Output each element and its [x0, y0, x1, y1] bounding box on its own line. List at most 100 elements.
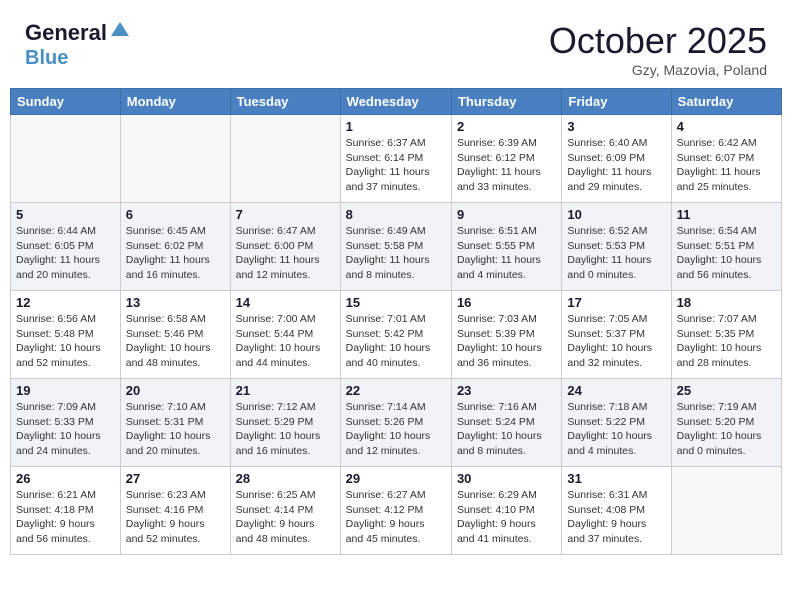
- day-number: 30: [457, 471, 556, 486]
- day-number: 15: [346, 295, 446, 310]
- day-info: Sunrise: 6:54 AM Sunset: 5:51 PM Dayligh…: [677, 224, 776, 283]
- day-number: 14: [236, 295, 335, 310]
- logo-icon: [111, 20, 129, 38]
- weekday-header-saturday: Saturday: [671, 89, 781, 115]
- day-number: 1: [346, 119, 446, 134]
- day-number: 22: [346, 383, 446, 398]
- calendar-cell: 16 Sunrise: 7:03 AM Sunset: 5:39 PM Dayli…: [451, 291, 561, 379]
- calendar-cell: 30 Sunrise: 6:29 AM Sunset: 4:10 PM Dayli…: [451, 467, 561, 555]
- calendar-cell: 18Sunrise: 7:07 AM Sunset: 5:35 PM Dayli…: [671, 291, 781, 379]
- calendar-table: SundayMondayTuesdayWednesdayThursdayFrid…: [10, 88, 782, 555]
- day-number: 6: [126, 207, 225, 222]
- day-info: Sunrise: 6:47 AM Sunset: 6:00 PM Dayligh…: [236, 224, 335, 283]
- calendar-cell: 22 Sunrise: 7:14 AM Sunset: 5:26 PM Dayli…: [340, 379, 451, 467]
- calendar-cell: 1 Sunrise: 6:37 AM Sunset: 6:14 PM Daylig…: [340, 115, 451, 203]
- day-number: 10: [567, 207, 665, 222]
- page-header: General Blue October 2025 Gzy, Mazovia, …: [10, 10, 782, 83]
- logo: General Blue: [25, 20, 129, 69]
- day-number: 20: [126, 383, 225, 398]
- day-info: Sunrise: 6:52 AM Sunset: 5:53 PM Dayligh…: [567, 224, 665, 283]
- calendar-week-row: 26Sunrise: 6:21 AM Sunset: 4:18 PM Dayli…: [11, 467, 782, 555]
- calendar-cell: 7 Sunrise: 6:47 AM Sunset: 6:00 PM Daylig…: [230, 203, 340, 291]
- day-number: 19: [16, 383, 115, 398]
- calendar-cell: 13 Sunrise: 6:58 AM Sunset: 5:46 PM Dayli…: [120, 291, 230, 379]
- calendar-cell: [120, 115, 230, 203]
- calendar-cell: [230, 115, 340, 203]
- day-number: 3: [567, 119, 665, 134]
- weekday-header-thursday: Thursday: [451, 89, 561, 115]
- day-number: 8: [346, 207, 446, 222]
- day-number: 29: [346, 471, 446, 486]
- day-info: Sunrise: 6:23 AM Sunset: 4:16 PM Dayligh…: [126, 488, 225, 547]
- day-number: 5: [16, 207, 115, 222]
- day-number: 27: [126, 471, 225, 486]
- calendar-cell: 28 Sunrise: 6:25 AM Sunset: 4:14 PM Dayli…: [230, 467, 340, 555]
- location-text: Gzy, Mazovia, Poland: [549, 62, 767, 78]
- day-number: 24: [567, 383, 665, 398]
- day-info: Sunrise: 7:05 AM Sunset: 5:37 PM Dayligh…: [567, 312, 665, 371]
- weekday-header-sunday: Sunday: [11, 89, 121, 115]
- day-info: Sunrise: 6:39 AM Sunset: 6:12 PM Dayligh…: [457, 136, 556, 195]
- calendar-cell: 2 Sunrise: 6:39 AM Sunset: 6:12 PM Daylig…: [451, 115, 561, 203]
- calendar-week-row: 1 Sunrise: 6:37 AM Sunset: 6:14 PM Daylig…: [11, 115, 782, 203]
- calendar-cell: 31 Sunrise: 6:31 AM Sunset: 4:08 PM Dayli…: [562, 467, 671, 555]
- day-info: Sunrise: 6:44 AM Sunset: 6:05 PM Dayligh…: [16, 224, 115, 283]
- day-info: Sunrise: 7:01 AM Sunset: 5:42 PM Dayligh…: [346, 312, 446, 371]
- calendar-cell: 12Sunrise: 6:56 AM Sunset: 5:48 PM Dayli…: [11, 291, 121, 379]
- day-info: Sunrise: 6:21 AM Sunset: 4:18 PM Dayligh…: [16, 488, 115, 547]
- day-info: Sunrise: 6:37 AM Sunset: 6:14 PM Dayligh…: [346, 136, 446, 195]
- day-number: 11: [677, 207, 776, 222]
- day-info: Sunrise: 6:49 AM Sunset: 5:58 PM Dayligh…: [346, 224, 446, 283]
- day-number: 16: [457, 295, 556, 310]
- day-info: Sunrise: 7:18 AM Sunset: 5:22 PM Dayligh…: [567, 400, 665, 459]
- weekday-header-row: SundayMondayTuesdayWednesdayThursdayFrid…: [11, 89, 782, 115]
- day-info: Sunrise: 7:07 AM Sunset: 5:35 PM Dayligh…: [677, 312, 776, 371]
- logo-text-general: General: [25, 21, 107, 45]
- month-title: October 2025: [549, 20, 767, 62]
- weekday-header-friday: Friday: [562, 89, 671, 115]
- calendar-cell: 20 Sunrise: 7:10 AM Sunset: 5:31 PM Dayli…: [120, 379, 230, 467]
- day-info: Sunrise: 6:40 AM Sunset: 6:09 PM Dayligh…: [567, 136, 665, 195]
- day-number: 21: [236, 383, 335, 398]
- day-info: Sunrise: 6:31 AM Sunset: 4:08 PM Dayligh…: [567, 488, 665, 547]
- title-section: October 2025 Gzy, Mazovia, Poland: [549, 20, 767, 78]
- calendar-cell: 11 Sunrise: 6:54 AM Sunset: 5:51 PM Dayli…: [671, 203, 781, 291]
- weekday-header-monday: Monday: [120, 89, 230, 115]
- calendar-cell: 29 Sunrise: 6:27 AM Sunset: 4:12 PM Dayli…: [340, 467, 451, 555]
- day-info: Sunrise: 6:51 AM Sunset: 5:55 PM Dayligh…: [457, 224, 556, 283]
- calendar-cell: 14 Sunrise: 7:00 AM Sunset: 5:44 PM Dayli…: [230, 291, 340, 379]
- calendar-cell: 10 Sunrise: 6:52 AM Sunset: 5:53 PM Dayli…: [562, 203, 671, 291]
- day-number: 31: [567, 471, 665, 486]
- day-number: 2: [457, 119, 556, 134]
- day-info: Sunrise: 6:27 AM Sunset: 4:12 PM Dayligh…: [346, 488, 446, 547]
- day-info: Sunrise: 7:14 AM Sunset: 5:26 PM Dayligh…: [346, 400, 446, 459]
- day-info: Sunrise: 6:45 AM Sunset: 6:02 PM Dayligh…: [126, 224, 225, 283]
- calendar-cell: 26Sunrise: 6:21 AM Sunset: 4:18 PM Dayli…: [11, 467, 121, 555]
- day-info: Sunrise: 6:29 AM Sunset: 4:10 PM Dayligh…: [457, 488, 556, 547]
- day-info: Sunrise: 7:19 AM Sunset: 5:20 PM Dayligh…: [677, 400, 776, 459]
- day-info: Sunrise: 7:03 AM Sunset: 5:39 PM Dayligh…: [457, 312, 556, 371]
- day-info: Sunrise: 6:25 AM Sunset: 4:14 PM Dayligh…: [236, 488, 335, 547]
- day-number: 28: [236, 471, 335, 486]
- day-number: 17: [567, 295, 665, 310]
- calendar-cell: 24 Sunrise: 7:18 AM Sunset: 5:22 PM Dayli…: [562, 379, 671, 467]
- day-number: 9: [457, 207, 556, 222]
- weekday-header-wednesday: Wednesday: [340, 89, 451, 115]
- day-number: 12: [16, 295, 115, 310]
- calendar-cell: 15 Sunrise: 7:01 AM Sunset: 5:42 PM Dayli…: [340, 291, 451, 379]
- calendar-week-row: 19Sunrise: 7:09 AM Sunset: 5:33 PM Dayli…: [11, 379, 782, 467]
- weekday-header-tuesday: Tuesday: [230, 89, 340, 115]
- calendar-cell: 27 Sunrise: 6:23 AM Sunset: 4:16 PM Dayli…: [120, 467, 230, 555]
- calendar-week-row: 12Sunrise: 6:56 AM Sunset: 5:48 PM Dayli…: [11, 291, 782, 379]
- day-info: Sunrise: 7:10 AM Sunset: 5:31 PM Dayligh…: [126, 400, 225, 459]
- calendar-cell: 23Sunrise: 7:16 AM Sunset: 5:24 PM Dayli…: [451, 379, 561, 467]
- day-number: 7: [236, 207, 335, 222]
- day-info: Sunrise: 7:16 AM Sunset: 5:24 PM Dayligh…: [457, 400, 556, 459]
- calendar-cell: 17 Sunrise: 7:05 AM Sunset: 5:37 PM Dayli…: [562, 291, 671, 379]
- calendar-cell: 5 Sunrise: 6:44 AM Sunset: 6:05 PM Daylig…: [11, 203, 121, 291]
- calendar-cell: 6 Sunrise: 6:45 AM Sunset: 6:02 PM Daylig…: [120, 203, 230, 291]
- day-info: Sunrise: 6:58 AM Sunset: 5:46 PM Dayligh…: [126, 312, 225, 371]
- day-number: 13: [126, 295, 225, 310]
- logo-text-blue: Blue: [25, 47, 68, 69]
- day-info: Sunrise: 7:00 AM Sunset: 5:44 PM Dayligh…: [236, 312, 335, 371]
